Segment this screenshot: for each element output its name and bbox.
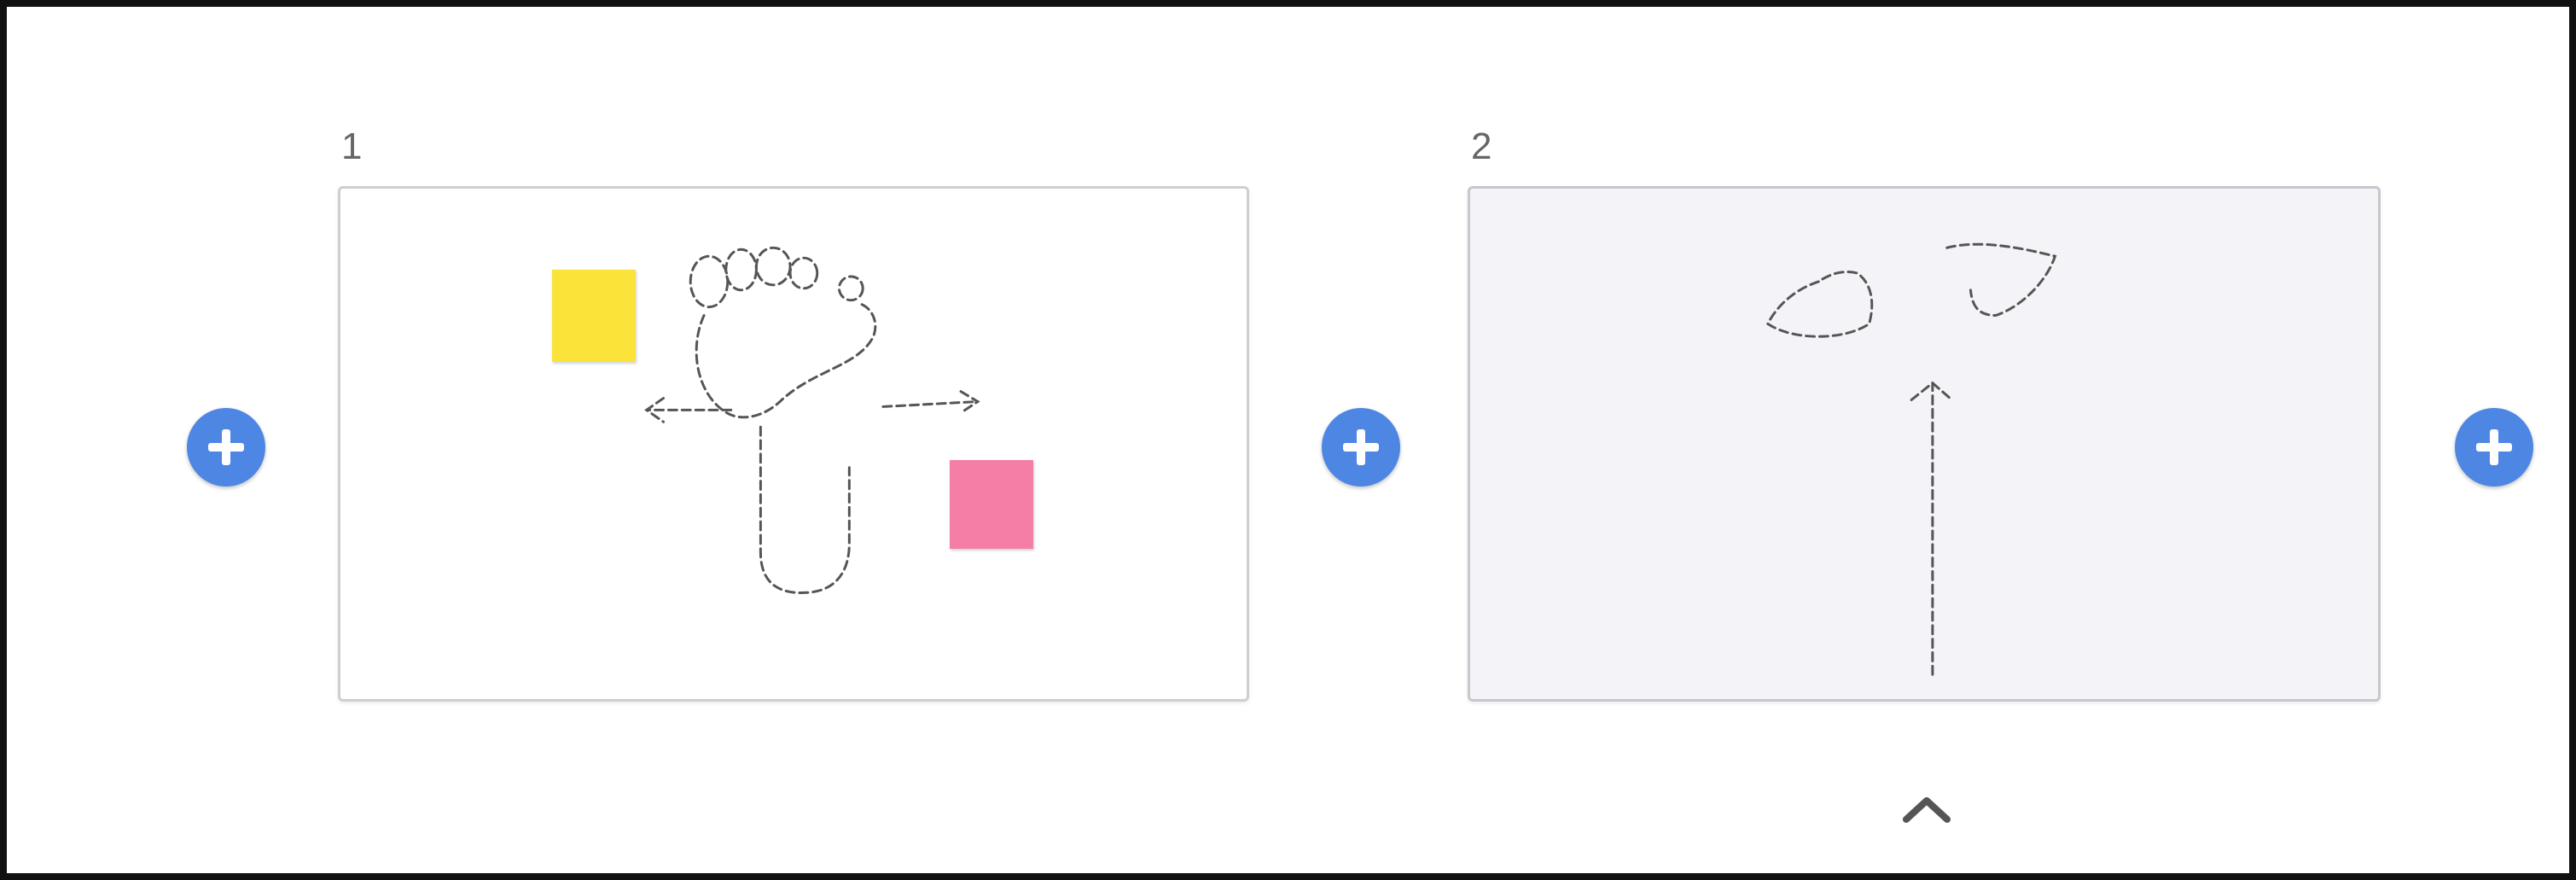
sticky-note-yellow[interactable]	[552, 270, 636, 362]
frame-thumbnail-1[interactable]	[338, 186, 1249, 702]
sticky-note-pink[interactable]	[950, 460, 1033, 549]
collapse-frames-button[interactable]	[1893, 784, 1961, 835]
frame-thumbnail-2[interactable]	[1468, 186, 2381, 702]
frame-number: 2	[1471, 125, 1492, 167]
add-frame-between-button[interactable]	[1322, 408, 1400, 487]
frames-panel: 1 2	[0, 0, 2576, 880]
chevron-up-icon	[1903, 797, 1951, 823]
add-frame-before-button[interactable]	[187, 408, 265, 487]
eye-arrow-sketch	[1765, 242, 2057, 676]
footprint-sketch	[644, 246, 980, 594]
add-frame-after-button[interactable]	[2455, 408, 2533, 487]
frame-number: 1	[341, 125, 363, 167]
